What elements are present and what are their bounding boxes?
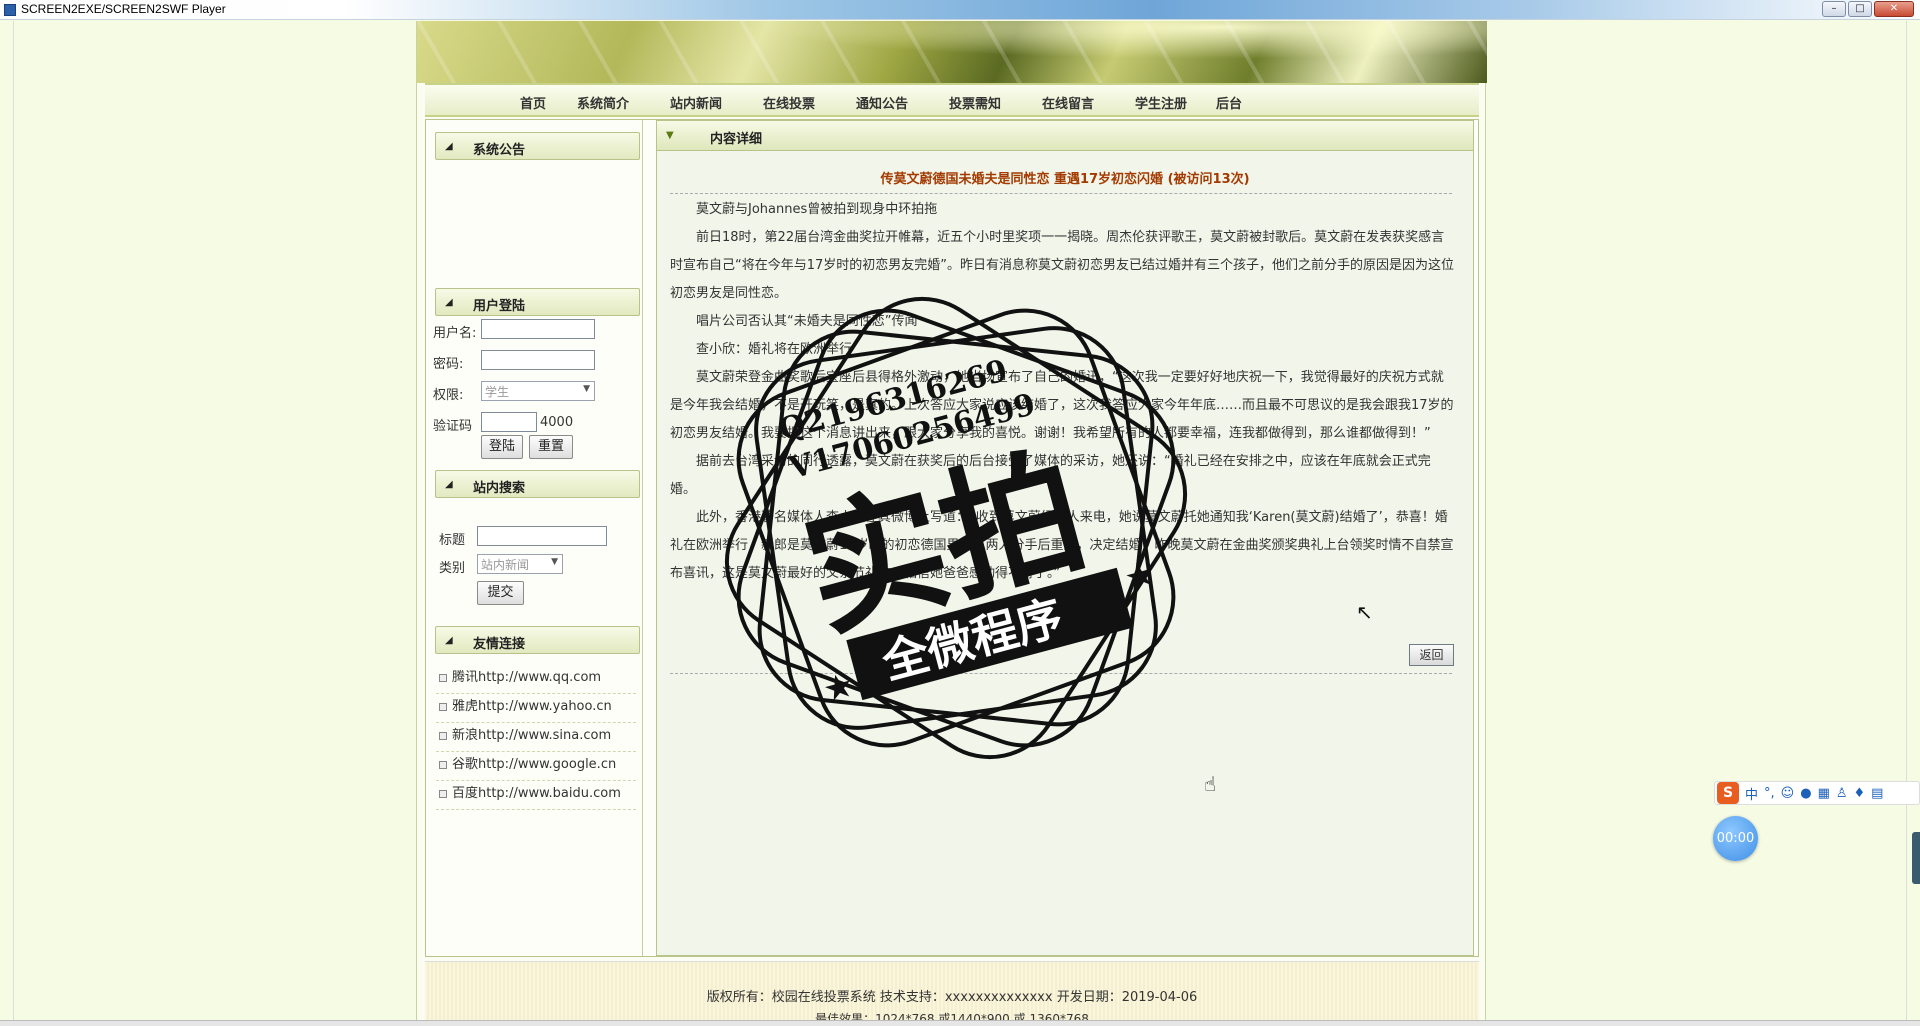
article-paragraph: 莫文蔚与Johannes曾被拍到现身中环拍拖: [696, 202, 938, 217]
triangle-icon: ◢: [445, 479, 453, 490]
left-margin: [0, 21, 14, 1026]
bullet-icon: [439, 674, 447, 682]
friend-links-list: 腾讯http://www.qq.com 雅虎http://www.yahoo.c…: [436, 665, 636, 810]
search-submit-button[interactable]: 提交: [477, 581, 524, 605]
bullet-icon: [439, 790, 447, 798]
emoji-icon[interactable]: ☺: [1781, 786, 1795, 801]
nav-site-news[interactable]: 站内新闻: [670, 93, 722, 112]
content-detail-panel: ▼ 内容详细 传莫文蔚德国未婚夫是同性恋 重遇17岁初恋闪婚 (被访问13次) …: [656, 120, 1474, 956]
article-title: 传莫文蔚德国未婚夫是同性恋 重遇17岁初恋闪婚 (被访问13次): [880, 172, 1250, 187]
friend-link[interactable]: 新浪http://www.sina.com: [436, 723, 636, 752]
nav-guestbook[interactable]: 在线留言: [1042, 93, 1094, 112]
announcement-title: 系统公告: [473, 143, 526, 158]
app-icon: [4, 4, 16, 16]
role-select[interactable]: 学生 ▼: [481, 381, 595, 401]
links-header: ◢ 友情连接: [435, 626, 640, 654]
login-title: 用户登陆: [473, 299, 526, 314]
triangle-icon: ◢: [445, 141, 453, 152]
window-title: SCREEN2EXE/SCREEN2SWF Player: [21, 2, 226, 16]
friend-link[interactable]: 腾讯http://www.qq.com: [436, 665, 636, 694]
search-title-label: 标题: [439, 533, 466, 548]
article-paragraph: 唱片公司否认其“未婚夫是同性恋”传闻: [696, 314, 918, 329]
friend-link[interactable]: 雅虎http://www.yahoo.cn: [436, 694, 636, 723]
recording-timer[interactable]: 00:00: [1713, 816, 1758, 861]
reset-button[interactable]: 重置: [529, 435, 573, 459]
links-title: 友情连接: [473, 637, 526, 652]
password-label: 密码:: [433, 357, 464, 372]
bullet-icon: [439, 703, 447, 711]
nav-admin[interactable]: 后台: [1216, 93, 1242, 112]
captcha-code: 4000: [540, 415, 574, 430]
ime-mode[interactable]: 中: [1745, 784, 1758, 803]
dropdown-arrow-icon: ▼: [551, 557, 558, 567]
login-header: ◢ 用户登陆: [435, 288, 640, 316]
keyboard-icon[interactable]: ▦: [1818, 786, 1830, 801]
nav-notices[interactable]: 通知公告: [856, 93, 908, 112]
captcha-label: 验证码: [433, 419, 473, 434]
microphone-icon[interactable]: ●: [1800, 786, 1811, 801]
content-frame: ◢ 系统公告 ◢ 用户登陆 用户名: 密码: 权限: 学生 ▼ 验证码 4000…: [425, 119, 1479, 957]
role-value: 学生: [485, 385, 510, 399]
login-button[interactable]: 登陆: [481, 435, 523, 459]
footer-copyright: 版权所有：校园在线投票系统 技术支持：xxxxxxxxxxxxxx 开发日期：2…: [706, 990, 1198, 1005]
grid-icon[interactable]: ▤: [1871, 786, 1883, 801]
divider: [670, 673, 1452, 674]
edge-tab[interactable]: [1912, 832, 1920, 884]
site-footer: 版权所有：校园在线投票系统 技术支持：xxxxxxxxxxxxxx 开发日期：2…: [425, 961, 1479, 1026]
password-input[interactable]: [481, 350, 595, 370]
divider: [670, 193, 1452, 194]
category-value: 站内新闻: [481, 558, 530, 572]
site-banner: [417, 21, 1487, 83]
left-sidebar: ◢ 系统公告 ◢ 用户登陆 用户名: 密码: 权限: 学生 ▼ 验证码 4000…: [431, 120, 643, 956]
nav-system-intro[interactable]: 系统简介: [577, 93, 629, 112]
shirt-icon[interactable]: ♦: [1854, 786, 1866, 801]
announcement-header: ◢ 系统公告: [435, 132, 640, 160]
search-title-input[interactable]: [477, 526, 607, 546]
web-page: 首页 系统简介 站内新闻 在线投票 通知公告 投票需知 在线留言 学生注册 后台…: [416, 21, 1487, 1026]
search-header: ◢ 站内搜索: [435, 470, 640, 498]
user-icon[interactable]: ♙: [1836, 786, 1848, 801]
bullet-icon: [439, 761, 447, 769]
minimize-button[interactable]: –: [1822, 1, 1846, 17]
triangle-icon: ◢: [445, 635, 453, 646]
bullet-icon: [439, 732, 447, 740]
content-detail-title: 内容详细: [710, 132, 763, 147]
search-title: 站内搜索: [473, 481, 526, 496]
back-button[interactable]: 返回: [1409, 644, 1454, 666]
article-paragraph: 查小欣：婚礼将在欧洲举行: [696, 342, 853, 357]
article-paragraph: 莫文蔚荣登金曲奖歌后宝座后县得格外激动，她当场宣布了自己的婚讯，“这次我一定要好…: [670, 370, 1454, 441]
username-label: 用户名:: [433, 326, 477, 341]
nav-vote-guide[interactable]: 投票需知: [949, 93, 1001, 112]
nav-online-vote[interactable]: 在线投票: [763, 93, 815, 112]
search-category-select[interactable]: 站内新闻 ▼: [477, 554, 563, 574]
nav-home[interactable]: 首页: [520, 93, 546, 112]
friend-link[interactable]: 百度http://www.baidu.com: [436, 781, 636, 810]
ime-punct[interactable]: °,: [1764, 786, 1775, 801]
role-label: 权限:: [433, 388, 464, 403]
maximize-button[interactable]: □: [1848, 1, 1872, 17]
sogou-logo-icon: S: [1717, 782, 1739, 804]
close-button[interactable]: ✕: [1874, 1, 1914, 17]
triangle-down-icon: ▼: [666, 130, 674, 141]
article-paragraph: 据前去台湾采访的同行透露，莫文蔚在获奖后的后台接受了媒体的采访，她还说：“婚礼已…: [670, 454, 1431, 497]
captcha-input[interactable]: [481, 412, 537, 432]
article-body: 莫文蔚与Johannes曾被拍到现身中环拍拖 前日18时，第22届台湾金曲奖拉开…: [670, 196, 1455, 588]
article-paragraph: 此外，香港著名媒体人查小欣在其微博上写道：“收到莫文蔚经纪人来电，她说莫文蔚托她…: [670, 510, 1454, 581]
search-category-label: 类别: [439, 561, 466, 576]
article-paragraph: 前日18时，第22届台湾金曲奖拉开帷幕，近五个小时里奖项一一揭晓。周杰伦获评歌王…: [670, 230, 1455, 301]
triangle-icon: ◢: [445, 297, 453, 308]
content-detail-header: ▼ 内容详细: [657, 121, 1473, 151]
window-controls: – □ ✕: [1822, 1, 1914, 17]
friend-link[interactable]: 谷歌http://www.google.cn: [436, 752, 636, 781]
dropdown-arrow-icon: ▼: [583, 384, 590, 394]
window-titlebar[interactable]: SCREEN2EXE/SCREEN2SWF Player – □ ✕: [0, 0, 1920, 20]
main-nav: 首页 系统简介 站内新闻 在线投票 通知公告 投票需知 在线留言 学生注册 后台: [425, 83, 1479, 117]
bottom-bar: [0, 1020, 1920, 1026]
username-input[interactable]: [481, 319, 595, 339]
nav-student-register[interactable]: 学生注册: [1135, 93, 1187, 112]
ime-toolbar[interactable]: S 中 °, ☺ ● ▦ ♙ ♦ ▤: [1714, 781, 1920, 805]
